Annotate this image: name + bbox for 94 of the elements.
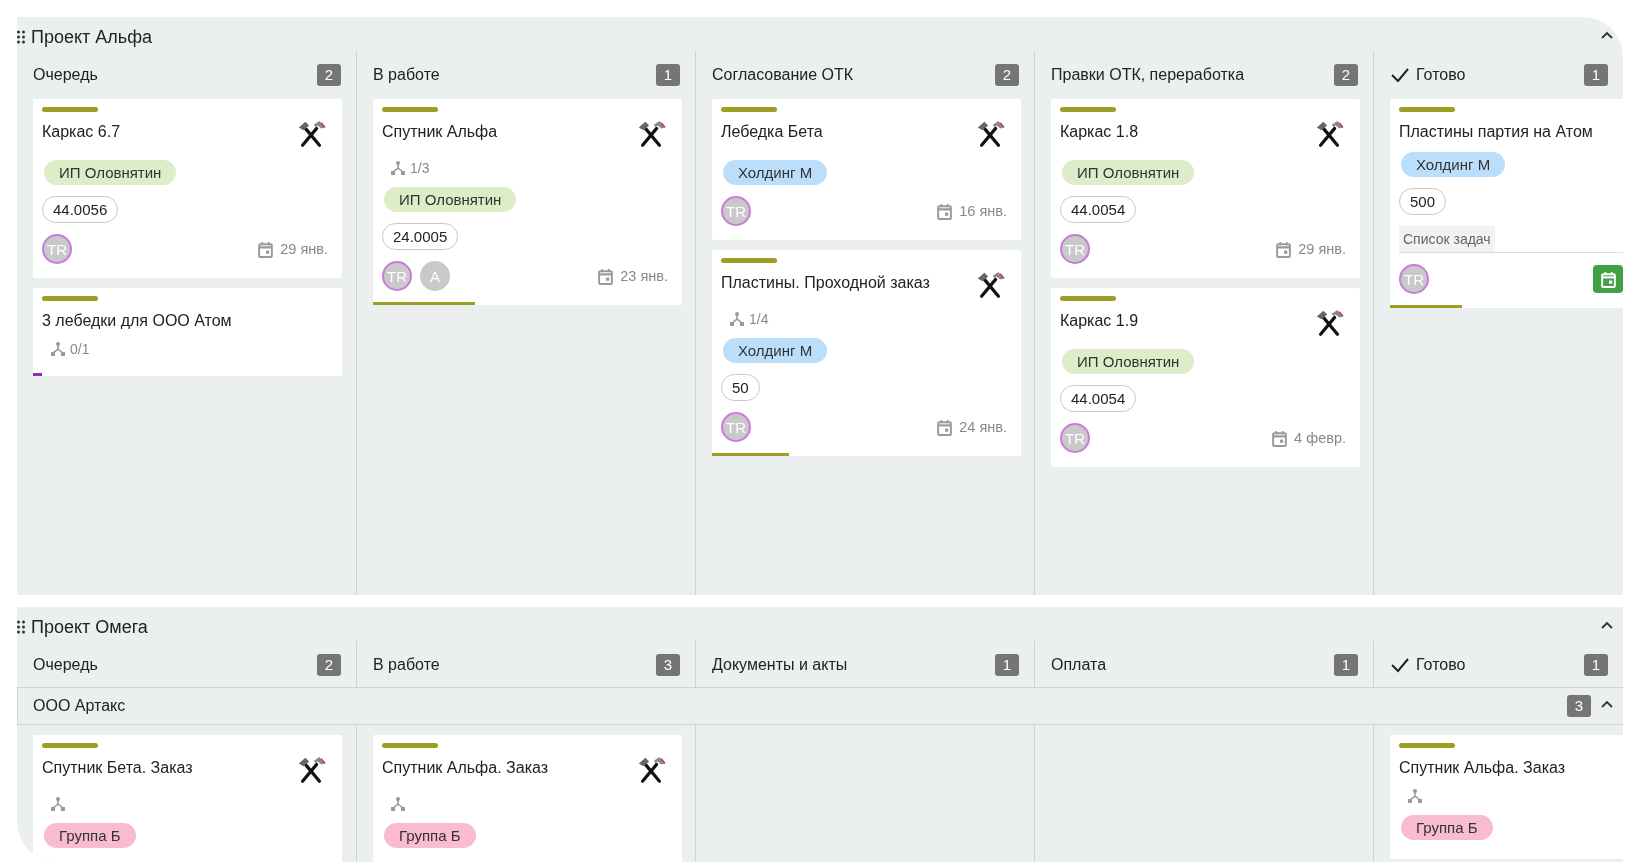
hammer-pick-icon (975, 119, 1005, 149)
column-title: В работе (373, 66, 440, 84)
card-accent-bar (42, 107, 98, 112)
column-title: Очередь (33, 66, 98, 84)
calendar-icon (1275, 240, 1293, 258)
card-count: 2 (995, 64, 1019, 86)
task-card[interactable]: Спутник Альфа. Заказ Группа Б (373, 735, 682, 862)
client-tag: ИП Оловнятин (44, 160, 177, 185)
column-title: Очередь (33, 656, 98, 674)
card-count: 1 (1584, 64, 1608, 86)
client-tag: Холдинг М (723, 160, 828, 185)
project-title: Проект Омега (31, 616, 148, 638)
drag-handle-icon[interactable] (17, 30, 25, 44)
card-title: Каркас 1.9 (1060, 311, 1139, 330)
card-title: Спутник Бета. Заказ (42, 758, 193, 777)
column-title: Правки ОТК, переработка (1051, 66, 1245, 84)
subtask-count: 1/4 (749, 311, 769, 327)
due-date: 29 янв. (280, 241, 328, 257)
client-tag: ИП Оловнятин (384, 187, 517, 212)
card-title: Спутник Альфа (382, 122, 498, 141)
calendar-icon (936, 202, 954, 220)
client-tag: ИП Оловнятин (1062, 349, 1195, 374)
subtasks-icon (50, 341, 66, 357)
client-tag: Группа Б (44, 823, 136, 848)
subtasks-icon (390, 160, 406, 176)
hammer-pick-icon (296, 755, 326, 785)
subtasks-icon (390, 796, 406, 812)
client-tag: Группа Б (384, 823, 476, 848)
task-card[interactable]: Спутник Альфа. Заказ Группа Б (1390, 735, 1623, 859)
due-date: 29 янв. (1298, 241, 1346, 257)
hammer-pick-icon (636, 755, 666, 785)
card-count: 3 (1567, 695, 1591, 717)
hammer-pick-icon (296, 119, 326, 149)
card-count: 2 (1334, 64, 1358, 86)
card-title: Пластины. Проходной заказ (721, 273, 930, 292)
card-count: 1 (1584, 654, 1608, 676)
card-count: 3 (656, 654, 680, 676)
subtasks-icon (50, 796, 66, 812)
column-title: Согласование ОТК (712, 66, 854, 84)
client-tag: ИП Оловнятин (1062, 160, 1195, 185)
subtask-count: 0/1 (70, 341, 90, 357)
hammer-pick-icon (1314, 119, 1344, 149)
task-card[interactable]: Спутник Бета. Заказ Группа Б (33, 735, 342, 862)
calendar-icon (257, 240, 275, 258)
client-tag: Группа Б (1401, 815, 1493, 840)
card-title: Каркас 6.7 (42, 122, 121, 141)
task-card[interactable]: 3 лебедки для ООО Атом 0/1 (33, 288, 342, 376)
card-count: 1 (656, 64, 680, 86)
card-count: 2 (317, 654, 341, 676)
card-title: Спутник Альфа. Заказ (382, 758, 549, 777)
card-accent-bar (1060, 107, 1116, 112)
card-count: 1 (995, 654, 1019, 676)
due-date: 23 янв. (620, 268, 668, 284)
card-accent-bar (382, 743, 438, 748)
column-title: Готово (1416, 66, 1466, 84)
card-title: Пластины партия на Атом (1399, 122, 1593, 141)
column-title: Документы и акты (712, 656, 848, 674)
card-accent-bar (1399, 107, 1455, 112)
due-date: 24 янв. (959, 419, 1007, 435)
calendar-button[interactable] (1593, 265, 1623, 293)
card-title: Каркас 1.8 (1060, 122, 1139, 141)
calendar-icon (1599, 270, 1617, 288)
calendar-icon (597, 267, 615, 285)
calendar-icon (1271, 429, 1289, 447)
card-title: Лебедка Бета (721, 122, 823, 141)
card-accent-bar (42, 296, 98, 301)
task-list-field[interactable]: Список задач (1399, 226, 1623, 253)
swimlane-title: ООО Артакс (33, 697, 126, 715)
card-accent-bar (1060, 296, 1116, 301)
client-tag: Холдинг М (1401, 152, 1506, 177)
card-count: 2 (317, 64, 341, 86)
card-count: 1 (1334, 654, 1358, 676)
drag-handle-icon[interactable] (17, 620, 25, 634)
card-title: 3 лебедки для ООО Атом (42, 311, 232, 330)
hammer-pick-icon (636, 119, 666, 149)
column-title: Оплата (1051, 656, 1107, 674)
column-title: Готово (1416, 656, 1466, 674)
project-title: Проект Альфа (31, 26, 152, 48)
card-accent-bar (721, 107, 777, 112)
subtasks-icon (1407, 788, 1423, 804)
subtask-count: 1/3 (410, 160, 430, 176)
card-title: Спутник Альфа. Заказ (1399, 758, 1566, 777)
hammer-pick-icon (1314, 308, 1344, 338)
column-title: В работе (373, 656, 440, 674)
client-tag: Холдинг М (723, 338, 828, 363)
due-date: 4 февр. (1294, 430, 1346, 446)
card-accent-bar (382, 107, 438, 112)
card-accent-bar (721, 258, 777, 263)
hammer-pick-icon (975, 270, 1005, 300)
calendar-icon (936, 418, 954, 436)
subtasks-icon (729, 311, 745, 327)
due-date: 16 янв. (959, 203, 1007, 219)
card-accent-bar (42, 743, 98, 748)
card-accent-bar (1399, 743, 1455, 748)
